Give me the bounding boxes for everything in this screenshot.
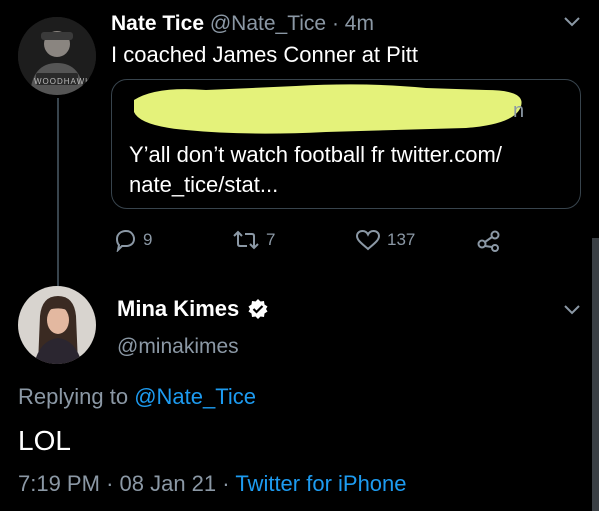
tweet1-text: I coached James Conner at Pitt [111,42,418,67]
tweet1-dot-separator: · [331,12,339,35]
tweet1-timestamp[interactable]: 4m [345,12,374,35]
heart-icon [355,229,381,251]
meta-separator: · [222,471,230,496]
avatar-logo-text: WOODHAWKS [34,77,96,86]
reply-count: 9 [143,230,153,249]
chevron-down-icon [564,305,580,315]
tweet2-source-link[interactable]: Twitter for iPhone [235,471,406,496]
avatar-image [18,286,96,364]
tweet1-header: Nate Tice @Nate_Tice · 4m [111,12,374,36]
tweet2-time[interactable]: 7:19 PM [18,471,100,496]
quoted-tweet-text: Y’all don’t watch football fr twitter.co… [129,140,502,200]
tweet2-text: LOL [18,425,71,456]
thread-line [57,98,59,286]
quoted-header-fragment: n [513,100,525,122]
tweet2-date[interactable]: 08 Jan 21 [120,471,217,496]
retweet-count: 7 [266,230,276,249]
reply-icon [115,229,136,252]
redaction-scribble [134,84,522,134]
replying-to-link[interactable]: @Nate_Tice [134,384,256,409]
chevron-down-icon [564,17,580,27]
tweet2-author-row: Mina Kimes [117,296,269,322]
tweet2-meta: 7:19 PM · 08 Jan 21 · Twitter for iPhone [18,471,407,497]
retweet-button[interactable]: 7 [232,228,275,252]
reply-button[interactable]: 9 [113,228,152,252]
replying-prefix: Replying to [18,384,129,409]
tweet2-author-handle[interactable]: @minakimes [117,335,239,359]
meta-separator: · [106,471,114,496]
quoted-text-line1: Y’all don’t watch football fr twitter.co… [129,142,502,167]
share-icon [477,230,500,252]
like-button[interactable]: 137 [355,228,415,252]
verified-badge-icon [248,299,268,319]
tweet2-more-button[interactable] [562,303,582,317]
retweet-icon [233,230,259,250]
scrollbar[interactable] [592,238,599,511]
quoted-text-line2: nate_tice/stat... [129,172,279,197]
tweet1-more-button[interactable] [562,15,582,29]
tweet1-author-name[interactable]: Nate Tice [111,12,204,35]
avatar-mina-kimes[interactable] [18,286,96,364]
avatar-nate-tice[interactable]: WOODHAWKS [18,17,96,95]
tweet2-author-name[interactable]: Mina Kimes [117,296,239,322]
replying-to: Replying to @Nate_Tice [18,384,256,410]
share-button[interactable] [476,228,502,252]
like-count: 137 [387,230,416,249]
tweet1-author-handle[interactable]: @Nate_Tice [210,12,326,35]
